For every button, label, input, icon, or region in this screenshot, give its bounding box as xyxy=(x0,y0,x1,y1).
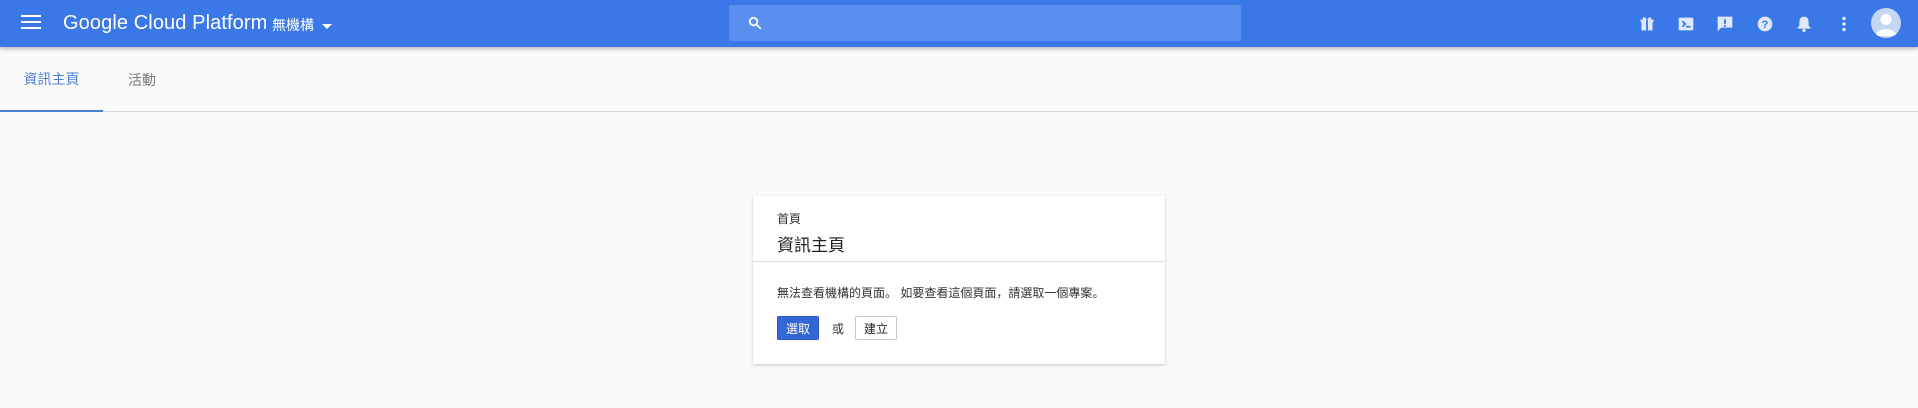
svg-text:?: ? xyxy=(1762,19,1769,31)
organization-label: 無機構 xyxy=(272,17,314,33)
tab-bar: 資訊主頁 活動 xyxy=(0,47,1918,112)
no-organization-card: 首頁 資訊主頁 無法查看機構的頁面。 如要查看這個頁面，請選取一個專案。 選取 … xyxy=(753,196,1165,364)
cloud-shell-icon[interactable] xyxy=(1675,13,1697,35)
tab-dashboard[interactable]: 資訊主頁 xyxy=(0,47,103,112)
more-vert-icon[interactable] xyxy=(1833,13,1855,35)
page-title: 資訊主頁 xyxy=(777,236,845,255)
tab-activity[interactable]: 活動 xyxy=(103,47,181,112)
card-header: 首頁 資訊主頁 xyxy=(753,196,1165,262)
or-label: 或 xyxy=(832,321,845,336)
account-avatar-icon[interactable] xyxy=(1871,8,1901,38)
breadcrumb: 首頁 xyxy=(777,212,802,226)
info-message: 無法查看機構的頁面。 如要查看這個頁面，請選取一個專案。 xyxy=(777,286,1105,300)
search-input[interactable] xyxy=(777,5,1227,41)
feedback-icon[interactable] xyxy=(1714,13,1736,35)
app-title[interactable]: Google Cloud Platform xyxy=(63,12,267,35)
menu-icon[interactable] xyxy=(21,15,41,31)
search-bar[interactable] xyxy=(729,5,1241,41)
gift-icon[interactable] xyxy=(1636,13,1658,35)
search-icon xyxy=(748,16,762,30)
card-body: 無法查看機構的頁面。 如要查看這個頁面，請選取一個專案。 選取 或 建立 xyxy=(753,262,1165,340)
card-actions: 選取 或 建立 xyxy=(777,316,1141,340)
help-icon[interactable]: ? xyxy=(1754,13,1776,35)
top-app-bar: Google Cloud Platform 無機構 ? xyxy=(0,0,1918,47)
organization-selector[interactable]: 無機構 xyxy=(272,15,332,35)
select-project-button[interactable]: 選取 xyxy=(777,316,820,340)
create-project-button[interactable]: 建立 xyxy=(855,316,898,340)
notifications-icon[interactable] xyxy=(1793,13,1815,35)
chevron-down-icon xyxy=(322,23,332,29)
